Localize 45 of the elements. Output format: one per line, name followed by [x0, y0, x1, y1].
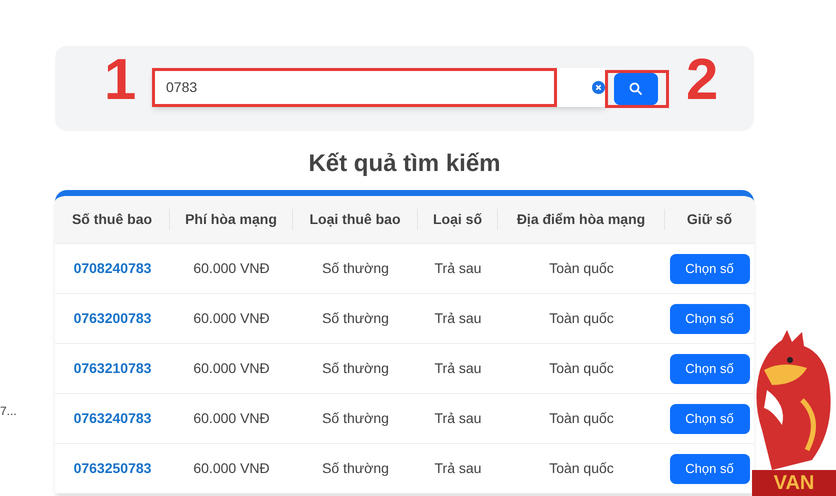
table-cell-text: 60.000 VNĐ: [193, 359, 270, 378]
column-header: Giữ số: [686, 210, 734, 229]
table-cell[interactable]: 0763250783: [74, 458, 152, 479]
table-cell-text: Trả sau: [434, 459, 482, 478]
annotation-box: [605, 70, 669, 108]
results-title: Kết quả tìm kiếm: [307, 149, 502, 179]
table-cell-text: Toàn quốc: [549, 309, 614, 328]
table-cell-text: Số thường: [322, 409, 389, 428]
table-cell-text: 60.000 VNĐ: [193, 309, 270, 328]
column-header: Số thuê bao: [55, 209, 170, 230]
table-cell-text: Số thường: [322, 459, 389, 478]
table-cell-text: Trả sau: [434, 309, 482, 328]
table-cell-text: Toàn quốc: [549, 409, 614, 428]
search-button[interactable]: [614, 73, 658, 105]
table-cell[interactable]: 0708240783: [74, 258, 152, 279]
truncated-text: 7...: [0, 403, 17, 420]
table-cell-text: Toàn quốc: [549, 459, 614, 478]
table-cell-text: Trả sau: [434, 409, 482, 428]
choose-number-button[interactable]: Chọn số: [670, 454, 750, 484]
table-cell[interactable]: 0763200783: [74, 308, 152, 329]
column-header: Loại số: [418, 209, 498, 230]
annotation-number: 1: [104, 46, 136, 114]
clear-icon[interactable]: [592, 81, 605, 94]
table-cell-text: Trả sau: [434, 259, 482, 278]
column-header: Phí hòa mạng: [170, 209, 293, 230]
table-cell-text: 60.000 VNĐ: [193, 459, 270, 478]
table-cell[interactable]: 0763210783: [74, 358, 152, 379]
table-cell-text: Trả sau: [434, 359, 482, 378]
choose-number-button[interactable]: Chọn số: [670, 404, 750, 434]
search-icon: [629, 82, 643, 96]
table-cell-text: Toàn quốc: [549, 259, 614, 278]
table-cell[interactable]: 0763240783: [74, 408, 152, 429]
choose-number-button[interactable]: Chọn số: [670, 354, 750, 384]
column-header: Loại thuê bao: [293, 209, 418, 230]
table-cell-text: 60.000 VNĐ: [193, 259, 270, 278]
annotation-number: 2: [686, 46, 718, 114]
table-cell-text: Toàn quốc: [549, 359, 614, 378]
table-cell-text: Số thường: [322, 359, 389, 378]
table-cell-text: 60.000 VNĐ: [193, 409, 270, 428]
mascot-label: VAN: [752, 470, 836, 496]
table-cell-text: Số thường: [322, 309, 389, 328]
table-cell-text: Số thường: [322, 259, 389, 278]
choose-number-button[interactable]: Chọn số: [670, 304, 750, 334]
column-header: Địa điểm hòa mạng: [498, 209, 665, 230]
choose-number-button[interactable]: Chọn số: [670, 254, 750, 284]
